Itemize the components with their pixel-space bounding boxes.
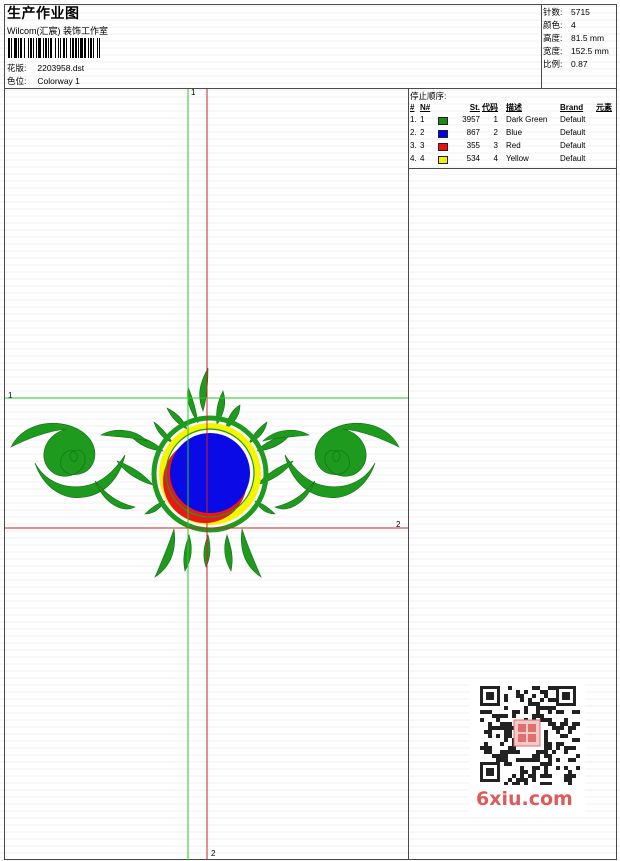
thread-brand: Default xyxy=(560,154,586,163)
color-swatch xyxy=(438,155,448,164)
needle-number: 3 xyxy=(420,141,425,150)
design-label: 花版: xyxy=(7,63,27,73)
blue-disc xyxy=(170,433,250,513)
stitch-count: 355 xyxy=(466,140,480,150)
spec-label: 比例: xyxy=(543,59,563,69)
spec-label: 针数: xyxy=(543,7,563,17)
red-guide-label-bottom: 2 xyxy=(211,849,216,858)
col-header: # xyxy=(410,102,415,112)
spec-row: 比例: 0.87 xyxy=(543,58,609,71)
design-file-value: 2203958.dst xyxy=(37,63,85,73)
col-header: 元素 xyxy=(596,102,612,112)
col-header: 描述 xyxy=(506,102,522,112)
stitch-count: 867 xyxy=(466,127,480,137)
green-guide-label-left: 1 xyxy=(8,391,13,400)
needle-number: 4 xyxy=(420,154,425,163)
color-description: Blue xyxy=(506,128,523,137)
scroll-left-arm xyxy=(100,429,149,442)
spec-value: 152.5 mm xyxy=(571,46,609,56)
spec-value: 5715 xyxy=(571,7,590,17)
stop-sequence-table: # N# St. 代码 描述 Brand 元素 1. 1 3957 1 Dark Gre… xyxy=(410,101,620,165)
stitch-count: 534 xyxy=(466,153,480,163)
needle-number: 2 xyxy=(420,128,425,137)
spec-value: 0.87 xyxy=(571,59,588,69)
scroll-right-arm xyxy=(256,460,294,486)
specs-divider xyxy=(541,4,542,88)
spec-label: 高度: xyxy=(543,33,563,43)
stop-index: 1. xyxy=(410,115,417,124)
color-description: Dark Green xyxy=(506,115,548,124)
needle-number: 1 xyxy=(420,115,425,124)
thread-brand: Default xyxy=(560,128,586,137)
color-code: 1 xyxy=(493,115,498,124)
col-header: N# xyxy=(420,102,431,112)
colorway-value: Colorway 1 xyxy=(37,76,80,86)
stop-index: 2. xyxy=(410,128,417,137)
seal-stamp-icon xyxy=(513,719,541,747)
spec-label: 宽度: xyxy=(543,46,563,56)
color-description: Red xyxy=(506,141,521,150)
thread-brand: Default xyxy=(560,115,586,124)
colorway-label: 色位: xyxy=(7,76,27,86)
spec-row: 宽度: 152.5 mm xyxy=(543,45,609,58)
col-header: Brand xyxy=(560,102,584,112)
company-name: Wilcom(汇宸) 装饰工作室 xyxy=(7,26,108,36)
scroll-left-upper xyxy=(10,422,96,477)
color-swatch xyxy=(438,129,448,138)
flame-bottom-left xyxy=(154,528,175,578)
stop-index: 3. xyxy=(410,141,417,150)
embroidery-design xyxy=(10,367,400,578)
design-canvas xyxy=(5,89,408,860)
page-title: 生产作业图 xyxy=(7,5,80,21)
col-header: 代码 xyxy=(482,102,498,112)
spec-value: 81.5 mm xyxy=(571,33,605,43)
scroll-right-upper xyxy=(314,422,400,477)
production-sheet: 生产作业图 Wilcom(汇宸) 装饰工作室 花版: 2203958.dst 色… xyxy=(0,0,620,861)
design-specs: 针数: 5715 颜色: 4 高度: 81.5 mm 宽度: 152.5 mm 比例: 0… xyxy=(543,6,609,71)
stop-row: 4. 4 534 4 Yellow Default xyxy=(410,152,620,165)
stop-row: 3. 3 355 3 Red Default xyxy=(410,139,620,152)
qr-code-icon xyxy=(480,686,580,786)
barcode xyxy=(8,38,140,58)
scroll-left-arm xyxy=(116,460,154,486)
colorway-row: 色位: Colorway 1 xyxy=(7,75,80,87)
stops-divider xyxy=(408,168,617,169)
color-code: 2 xyxy=(493,128,498,137)
sidebar-divider xyxy=(408,88,409,860)
thread-brand: Default xyxy=(560,141,586,150)
watermark-text: 6xiu.com xyxy=(476,788,573,810)
stitch-count: 3957 xyxy=(462,114,480,124)
stop-row: 1. 1 3957 1 Dark Green Default xyxy=(410,113,620,126)
color-code: 3 xyxy=(493,141,498,150)
flame-bottom xyxy=(224,534,233,572)
green-guide-label-top: 1 xyxy=(191,88,196,97)
spec-value: 4 xyxy=(571,20,576,30)
spec-label: 颜色: xyxy=(543,20,563,30)
col-header: St. xyxy=(469,102,480,112)
stop-index: 4. xyxy=(410,154,417,163)
design-file-row: 花版: 2203958.dst xyxy=(7,62,84,74)
red-guide-label-right: 2 xyxy=(396,520,401,529)
stop-table-header: # N# St. 代码 描述 Brand 元素 xyxy=(410,101,620,113)
spec-row: 针数: 5715 xyxy=(543,6,609,19)
stop-row: 2. 2 867 2 Blue Default xyxy=(410,126,620,139)
spec-row: 高度: 81.5 mm xyxy=(543,32,609,45)
flame-bottom-right xyxy=(241,528,262,578)
color-description: Yellow xyxy=(506,154,529,163)
color-code: 4 xyxy=(493,154,498,163)
color-swatch xyxy=(438,142,448,151)
spec-row: 颜色: 4 xyxy=(543,19,609,32)
color-swatch xyxy=(438,116,448,125)
